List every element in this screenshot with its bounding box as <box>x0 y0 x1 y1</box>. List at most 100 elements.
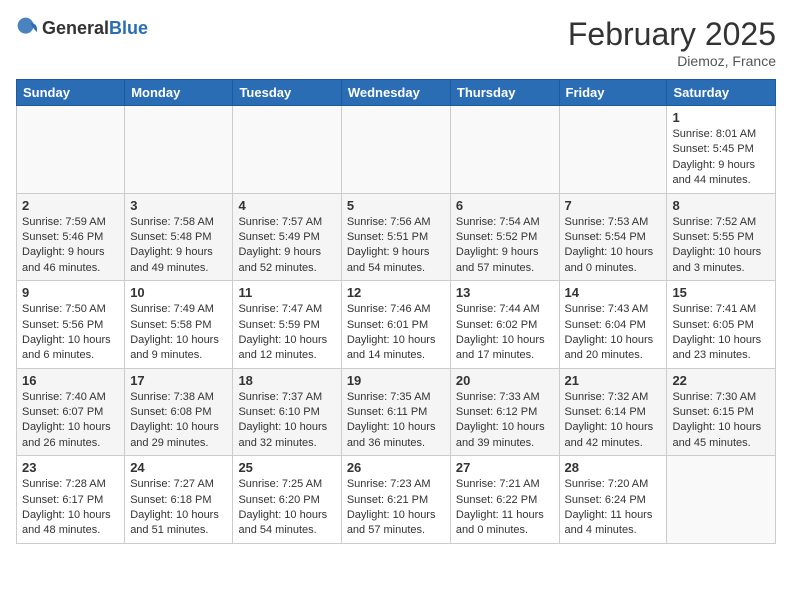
logo-general-text: General <box>42 18 109 39</box>
day-number: 20 <box>456 373 554 388</box>
calendar-cell: 26 Sunrise: 7:23 AM Sunset: 6:21 PM Dayli… <box>341 456 450 544</box>
calendar-cell: 18 Sunrise: 7:37 AM Sunset: 6:10 PM Dayli… <box>233 368 341 456</box>
calendar-cell <box>17 106 125 194</box>
calendar-cell: 5 Sunrise: 7:56 AM Sunset: 5:51 PM Daylig… <box>341 193 450 281</box>
day-info: Sunrise: 7:21 AM Sunset: 6:22 PM Dayligh… <box>456 477 554 539</box>
day-number: 10 <box>130 285 227 300</box>
day-info: Sunrise: 7:47 AM Sunset: 5:59 PM Dayligh… <box>238 302 335 364</box>
day-info: Sunrise: 7:50 AM Sunset: 5:56 PM Dayligh… <box>22 302 119 364</box>
day-number: 5 <box>347 198 445 213</box>
day-number: 12 <box>347 285 445 300</box>
calendar-cell: 7 Sunrise: 7:53 AM Sunset: 5:54 PM Daylig… <box>559 193 667 281</box>
day-number: 1 <box>672 110 770 125</box>
day-number: 9 <box>22 285 119 300</box>
day-info: Sunrise: 7:38 AM Sunset: 6:08 PM Dayligh… <box>130 390 227 452</box>
day-number: 19 <box>347 373 445 388</box>
day-info: Sunrise: 7:27 AM Sunset: 6:18 PM Dayligh… <box>130 477 227 539</box>
day-number: 23 <box>22 460 119 475</box>
col-header-saturday: Saturday <box>667 80 776 106</box>
col-header-tuesday: Tuesday <box>233 80 341 106</box>
calendar-cell: 25 Sunrise: 7:25 AM Sunset: 6:20 PM Dayli… <box>233 456 341 544</box>
calendar-cell: 13 Sunrise: 7:44 AM Sunset: 6:02 PM Dayli… <box>450 281 559 369</box>
day-number: 3 <box>130 198 227 213</box>
day-number: 22 <box>672 373 770 388</box>
day-info: Sunrise: 7:40 AM Sunset: 6:07 PM Dayligh… <box>22 390 119 452</box>
day-number: 28 <box>565 460 662 475</box>
day-number: 15 <box>672 285 770 300</box>
col-header-thursday: Thursday <box>450 80 559 106</box>
day-number: 17 <box>130 373 227 388</box>
calendar-cell: 6 Sunrise: 7:54 AM Sunset: 5:52 PM Daylig… <box>450 193 559 281</box>
day-info: Sunrise: 7:41 AM Sunset: 6:05 PM Dayligh… <box>672 302 770 364</box>
calendar-cell: 11 Sunrise: 7:47 AM Sunset: 5:59 PM Dayli… <box>233 281 341 369</box>
page-header: GeneralBlue February 2025 Diemoz, France <box>16 16 776 69</box>
calendar-cell: 17 Sunrise: 7:38 AM Sunset: 6:08 PM Dayli… <box>125 368 233 456</box>
day-number: 27 <box>456 460 554 475</box>
day-info: Sunrise: 7:20 AM Sunset: 6:24 PM Dayligh… <box>565 477 662 539</box>
calendar-cell: 15 Sunrise: 7:41 AM Sunset: 6:05 PM Dayli… <box>667 281 776 369</box>
calendar-cell: 16 Sunrise: 7:40 AM Sunset: 6:07 PM Dayli… <box>17 368 125 456</box>
day-info: Sunrise: 7:57 AM Sunset: 5:49 PM Dayligh… <box>238 215 335 277</box>
logo-icon <box>16 16 40 40</box>
day-info: Sunrise: 7:32 AM Sunset: 6:14 PM Dayligh… <box>565 390 662 452</box>
title-block: February 2025 Diemoz, France <box>568 16 776 69</box>
day-number: 18 <box>238 373 335 388</box>
day-info: Sunrise: 7:46 AM Sunset: 6:01 PM Dayligh… <box>347 302 445 364</box>
day-number: 26 <box>347 460 445 475</box>
col-header-friday: Friday <box>559 80 667 106</box>
day-info: Sunrise: 7:58 AM Sunset: 5:48 PM Dayligh… <box>130 215 227 277</box>
day-number: 21 <box>565 373 662 388</box>
day-number: 11 <box>238 285 335 300</box>
day-number: 8 <box>672 198 770 213</box>
calendar-cell: 12 Sunrise: 7:46 AM Sunset: 6:01 PM Dayli… <box>341 281 450 369</box>
calendar-cell: 21 Sunrise: 7:32 AM Sunset: 6:14 PM Dayli… <box>559 368 667 456</box>
day-number: 16 <box>22 373 119 388</box>
calendar-cell: 14 Sunrise: 7:43 AM Sunset: 6:04 PM Dayli… <box>559 281 667 369</box>
calendar-week-1: 1 Sunrise: 8:01 AM Sunset: 5:45 PM Daylig… <box>17 106 776 194</box>
calendar-cell: 23 Sunrise: 7:28 AM Sunset: 6:17 PM Dayli… <box>17 456 125 544</box>
day-info: Sunrise: 7:44 AM Sunset: 6:02 PM Dayligh… <box>456 302 554 364</box>
day-info: Sunrise: 7:28 AM Sunset: 6:17 PM Dayligh… <box>22 477 119 539</box>
calendar-cell <box>125 106 233 194</box>
calendar-cell <box>233 106 341 194</box>
day-number: 4 <box>238 198 335 213</box>
calendar-cell: 28 Sunrise: 7:20 AM Sunset: 6:24 PM Dayli… <box>559 456 667 544</box>
day-number: 14 <box>565 285 662 300</box>
calendar-week-3: 9 Sunrise: 7:50 AM Sunset: 5:56 PM Daylig… <box>17 281 776 369</box>
calendar-cell <box>667 456 776 544</box>
day-info: Sunrise: 7:49 AM Sunset: 5:58 PM Dayligh… <box>130 302 227 364</box>
day-info: Sunrise: 7:25 AM Sunset: 6:20 PM Dayligh… <box>238 477 335 539</box>
calendar-cell: 24 Sunrise: 7:27 AM Sunset: 6:18 PM Dayli… <box>125 456 233 544</box>
calendar-header-row: SundayMondayTuesdayWednesdayThursdayFrid… <box>17 80 776 106</box>
day-number: 13 <box>456 285 554 300</box>
calendar-cell: 2 Sunrise: 7:59 AM Sunset: 5:46 PM Daylig… <box>17 193 125 281</box>
day-number: 24 <box>130 460 227 475</box>
day-info: Sunrise: 7:52 AM Sunset: 5:55 PM Dayligh… <box>672 215 770 277</box>
calendar-cell: 27 Sunrise: 7:21 AM Sunset: 6:22 PM Dayli… <box>450 456 559 544</box>
day-info: Sunrise: 7:33 AM Sunset: 6:12 PM Dayligh… <box>456 390 554 452</box>
logo-blue-text: Blue <box>109 18 148 39</box>
location-subtitle: Diemoz, France <box>568 53 776 69</box>
day-info: Sunrise: 7:35 AM Sunset: 6:11 PM Dayligh… <box>347 390 445 452</box>
day-number: 2 <box>22 198 119 213</box>
calendar-cell: 20 Sunrise: 7:33 AM Sunset: 6:12 PM Dayli… <box>450 368 559 456</box>
logo: GeneralBlue <box>16 16 148 40</box>
calendar-cell: 10 Sunrise: 7:49 AM Sunset: 5:58 PM Dayli… <box>125 281 233 369</box>
calendar-week-4: 16 Sunrise: 7:40 AM Sunset: 6:07 PM Dayli… <box>17 368 776 456</box>
day-number: 7 <box>565 198 662 213</box>
day-info: Sunrise: 8:01 AM Sunset: 5:45 PM Dayligh… <box>672 127 770 189</box>
day-number: 6 <box>456 198 554 213</box>
calendar-cell: 1 Sunrise: 8:01 AM Sunset: 5:45 PM Daylig… <box>667 106 776 194</box>
day-info: Sunrise: 7:56 AM Sunset: 5:51 PM Dayligh… <box>347 215 445 277</box>
day-number: 25 <box>238 460 335 475</box>
day-info: Sunrise: 7:30 AM Sunset: 6:15 PM Dayligh… <box>672 390 770 452</box>
calendar-cell: 22 Sunrise: 7:30 AM Sunset: 6:15 PM Dayli… <box>667 368 776 456</box>
day-info: Sunrise: 7:54 AM Sunset: 5:52 PM Dayligh… <box>456 215 554 277</box>
calendar-cell: 3 Sunrise: 7:58 AM Sunset: 5:48 PM Daylig… <box>125 193 233 281</box>
day-info: Sunrise: 7:23 AM Sunset: 6:21 PM Dayligh… <box>347 477 445 539</box>
day-info: Sunrise: 7:43 AM Sunset: 6:04 PM Dayligh… <box>565 302 662 364</box>
day-info: Sunrise: 7:37 AM Sunset: 6:10 PM Dayligh… <box>238 390 335 452</box>
day-info: Sunrise: 7:59 AM Sunset: 5:46 PM Dayligh… <box>22 215 119 277</box>
day-info: Sunrise: 7:53 AM Sunset: 5:54 PM Dayligh… <box>565 215 662 277</box>
calendar-cell <box>559 106 667 194</box>
